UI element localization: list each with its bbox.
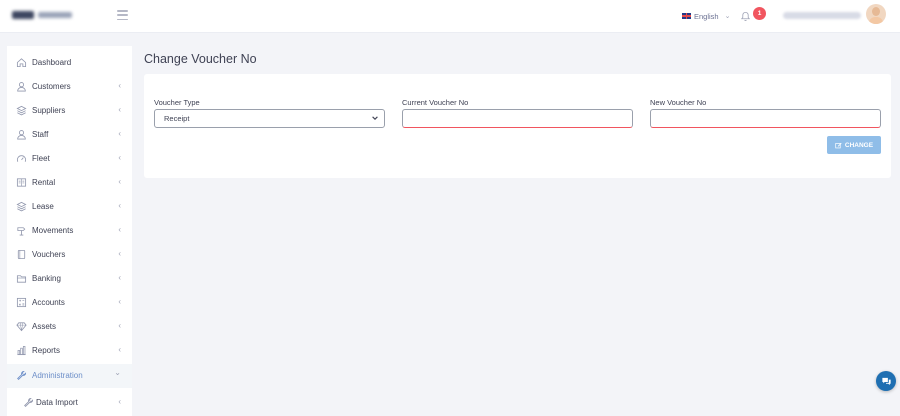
- sidebar-item-label: Staff: [32, 130, 49, 139]
- diamond-icon: [16, 321, 27, 332]
- sidebar-item-administration[interactable]: Administration ⌄: [7, 364, 132, 388]
- sidebar-item-label: Banking: [32, 274, 61, 283]
- change-voucher-form-card: Voucher Type Receipt Current Voucher No …: [144, 74, 891, 178]
- sidebar-item-label: Customers: [32, 82, 71, 91]
- folder-icon: [16, 273, 27, 284]
- bell-icon[interactable]: [740, 9, 751, 21]
- chevron-down-icon: ⌄: [114, 368, 121, 377]
- logo[interactable]: [12, 9, 74, 21]
- sidebar-item-reports[interactable]: Reports ‹: [7, 339, 132, 363]
- calculator-icon: [16, 297, 27, 308]
- sidebar-item-data-import[interactable]: Data Import ‹: [7, 391, 132, 415]
- uk-flag-icon: [682, 13, 691, 19]
- sidebar-item-label: Assets: [32, 322, 57, 331]
- wrench-icon: [16, 370, 27, 381]
- voucher-type-label: Voucher Type: [154, 98, 200, 107]
- language-label: English: [694, 11, 719, 21]
- sidebar-item-accounts[interactable]: Accounts ‹: [7, 291, 132, 315]
- sidebar-item-suppliers[interactable]: Suppliers ‹: [7, 99, 132, 123]
- sidebar-item-dashboard[interactable]: Dashboard: [7, 51, 132, 75]
- new-voucher-no-label: New Voucher No: [650, 98, 707, 107]
- sidebar-item-banking[interactable]: Banking ‹: [7, 267, 132, 291]
- chevron-down-icon: ⌄: [724, 13, 731, 20]
- chevron-left-icon: ‹: [118, 297, 121, 306]
- language-selector[interactable]: English ⌄: [682, 10, 730, 22]
- sidebar-item-assets[interactable]: Assets ‹: [7, 315, 132, 339]
- sidebar-item-movements[interactable]: Movements ‹: [7, 219, 132, 243]
- sidebar-item-label: Vouchers: [32, 250, 66, 259]
- user-icon: [16, 129, 27, 140]
- sidebar-item-label: Fleet: [32, 154, 50, 163]
- chevron-left-icon: ‹: [118, 81, 121, 90]
- sidebar-item-fleet[interactable]: Fleet ‹: [7, 147, 132, 171]
- voucher-type-select[interactable]: Receipt: [154, 109, 385, 128]
- current-voucher-no-label: Current Voucher No: [402, 98, 469, 107]
- layers-icon: [16, 201, 27, 212]
- avatar[interactable]: [866, 4, 886, 24]
- user-name-blurred[interactable]: [783, 12, 861, 19]
- sidebar-item-vouchers[interactable]: Vouchers ‹: [7, 243, 132, 267]
- sidebar-item-lease[interactable]: Lease ‹: [7, 195, 132, 219]
- sidebar-item-label: Accounts: [32, 298, 65, 307]
- sidebar-item-label: Data Import: [36, 398, 78, 407]
- chat-icon: [881, 377, 891, 385]
- chevron-left-icon: ‹: [118, 129, 121, 138]
- sidebar-item-label: Lease: [32, 202, 54, 211]
- book-icon: [16, 177, 27, 188]
- new-voucher-no-input[interactable]: [650, 109, 881, 128]
- chevron-left-icon: ‹: [118, 153, 121, 162]
- top-bar: English ⌄ 1: [0, 0, 900, 33]
- sidebar-item-label: Suppliers: [32, 106, 66, 115]
- current-voucher-no-input[interactable]: [402, 109, 633, 128]
- home-icon: [16, 57, 27, 68]
- sidebar-item-label: Dashboard: [32, 58, 72, 67]
- change-button-label: CHANGE: [844, 141, 874, 149]
- route-icon: [16, 225, 27, 236]
- sidebar-item-label: Reports: [32, 346, 61, 355]
- chevron-left-icon: ‹: [118, 321, 121, 330]
- page-title: Change Voucher No: [144, 52, 257, 66]
- change-button[interactable]: CHANGE: [827, 136, 881, 154]
- edit-icon: [835, 142, 842, 148]
- notification-badge[interactable]: 1: [753, 7, 766, 20]
- layers-icon: [16, 105, 27, 116]
- wrench-icon: [23, 397, 34, 408]
- sidebar-item-label: Rental: [32, 178, 56, 187]
- sidebar: Dashboard Customers ‹ Suppliers ‹ Staff …: [7, 46, 132, 416]
- sidebar-item-staff[interactable]: Staff ‹: [7, 123, 132, 147]
- chat-button[interactable]: [876, 371, 896, 391]
- sidebar-item-label: Movements: [32, 226, 74, 235]
- sidebar-item-label: Administration: [32, 371, 83, 380]
- chevron-left-icon: ‹: [118, 249, 121, 258]
- chevron-left-icon: ‹: [118, 273, 121, 282]
- chevron-left-icon: ‹: [118, 345, 121, 354]
- chevron-left-icon: ‹: [118, 397, 121, 406]
- gauge-icon: [16, 153, 27, 164]
- bar-chart-icon: [16, 345, 27, 356]
- document-icon: [16, 249, 27, 260]
- sidebar-item-rental[interactable]: Rental ‹: [7, 171, 132, 195]
- voucher-type-value: Receipt: [164, 114, 190, 123]
- hamburger-menu-icon[interactable]: [117, 10, 128, 20]
- chevron-down-icon: [372, 116, 378, 120]
- chevron-left-icon: ‹: [118, 225, 121, 234]
- chevron-left-icon: ‹: [118, 105, 121, 114]
- chevron-left-icon: ‹: [118, 177, 121, 186]
- chevron-left-icon: ‹: [118, 201, 121, 210]
- sidebar-item-customers[interactable]: Customers ‹: [7, 75, 132, 99]
- user-icon: [16, 81, 27, 92]
